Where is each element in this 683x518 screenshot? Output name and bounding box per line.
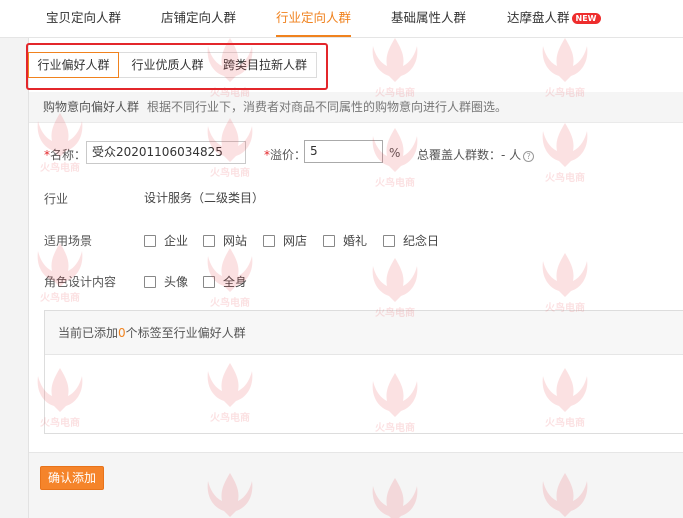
checkbox-role-full-body[interactable]: 全身 xyxy=(203,273,247,290)
help-icon[interactable]: ? xyxy=(523,151,535,162)
checkbox-label: 网店 xyxy=(283,234,308,248)
checkbox-scenario-online-store[interactable]: 网店 xyxy=(263,232,307,249)
checkbox-label: 网站 xyxy=(223,234,248,248)
new-badge: NEW xyxy=(571,13,601,24)
checkbox-label: 头像 xyxy=(164,275,189,289)
checkbox-box[interactable] xyxy=(144,275,156,288)
checkbox-box[interactable] xyxy=(323,234,335,247)
tab-item-targeting[interactable]: 宝贝定向人群 xyxy=(46,0,121,37)
confirm-add-button[interactable]: 确认添加 xyxy=(40,466,104,490)
premium-label-text: 溢价： xyxy=(270,148,307,162)
industry-value: 设计服务（二级类目） xyxy=(144,191,265,205)
role-design-label: 角色设计内容 xyxy=(44,275,117,289)
checkbox-label: 纪念日 xyxy=(403,234,440,248)
checkbox-box[interactable] xyxy=(203,275,215,288)
checkbox-label: 企业 xyxy=(164,234,189,248)
tab-damopan-label: 达摩盘人群 xyxy=(507,10,570,25)
tab-basic-attributes[interactable]: 基础属性人群 xyxy=(391,0,466,37)
checkbox-scenario-website[interactable]: 网站 xyxy=(203,232,247,249)
checkbox-role-avatar[interactable]: 头像 xyxy=(144,273,188,290)
annotation-highlight-box xyxy=(26,43,328,90)
tags-suffix: 个标签至行业偏好人群 xyxy=(125,326,246,340)
tags-count-text: 当前已添加0个标签至行业偏好人群 xyxy=(45,311,683,355)
name-input[interactable]: 受众20201106034825 xyxy=(86,141,246,164)
coverage-label: 总覆盖人群数： xyxy=(417,148,502,162)
info-title: 购物意向偏好人群 xyxy=(43,100,140,114)
checkbox-box[interactable] xyxy=(144,234,156,247)
top-tab-bar: 宝贝定向人群 店铺定向人群 行业定向人群 基础属性人群 达摩盘人群 NEW xyxy=(0,0,683,38)
checkbox-label: 全身 xyxy=(223,275,248,289)
checkbox-box[interactable] xyxy=(263,234,275,247)
premium-label: *溢价： xyxy=(264,146,306,163)
checkbox-scenario-anniversary[interactable]: 纪念日 xyxy=(383,232,439,249)
info-description: 根据不同行业下，消费者对商品不同属性的购物意向进行人群圈选。 xyxy=(147,100,508,114)
checkbox-scenario-wedding[interactable]: 婚礼 xyxy=(323,232,367,249)
info-bar: 购物意向偏好人群 根据不同行业下，消费者对商品不同属性的购物意向进行人群圈选。 xyxy=(29,92,683,123)
checkbox-scenario-enterprise[interactable]: 企业 xyxy=(144,232,188,249)
coverage-info: 总覆盖人群数：- 人? xyxy=(417,146,535,163)
checkbox-box[interactable] xyxy=(203,234,215,247)
scenario-label: 适用场景 xyxy=(44,234,93,248)
industry-label: 行业 xyxy=(44,192,69,206)
coverage-value: - 人 xyxy=(501,148,522,162)
tags-count: 0 xyxy=(118,326,126,340)
footer-bar xyxy=(29,452,683,518)
tags-prefix: 当前已添加 xyxy=(58,326,119,340)
tab-shop-targeting[interactable]: 店铺定向人群 xyxy=(161,0,236,37)
name-label-text: 名称： xyxy=(50,148,87,162)
name-label: *名称： xyxy=(44,146,86,163)
checkbox-box[interactable] xyxy=(383,234,395,247)
tab-damopan[interactable]: 达摩盘人群 NEW xyxy=(507,0,601,37)
tab-industry-targeting[interactable]: 行业定向人群 xyxy=(276,0,352,37)
selected-tags-box: 当前已添加0个标签至行业偏好人群 xyxy=(44,310,683,434)
premium-input[interactable]: 5 xyxy=(304,140,383,163)
premium-unit: % xyxy=(389,146,401,160)
checkbox-label: 婚礼 xyxy=(343,234,368,248)
